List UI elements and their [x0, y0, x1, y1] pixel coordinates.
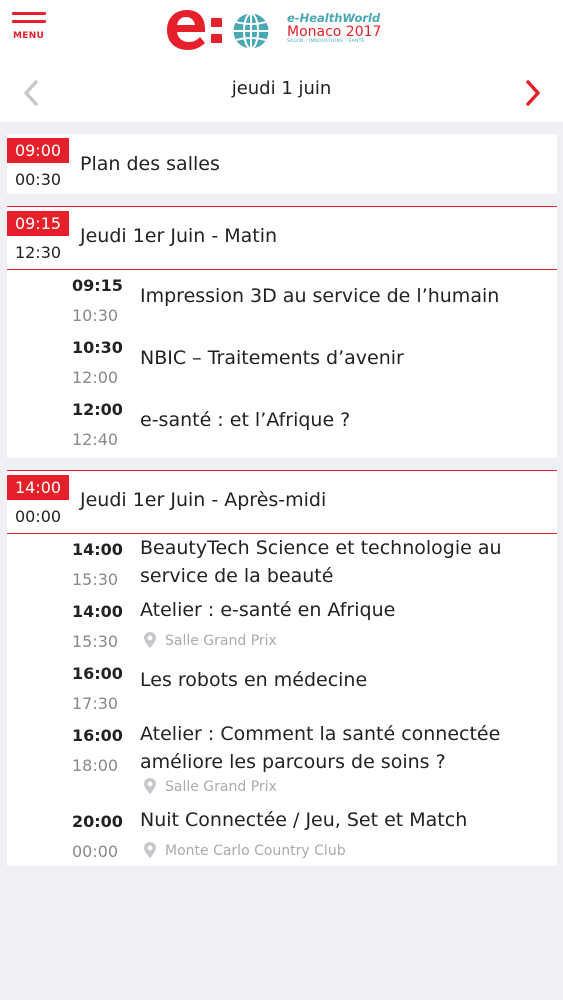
- session-header[interactable]: 14:00 00:00 Jeudi 1er Juin - Après-midi: [7, 470, 557, 534]
- item-location: Salle Grand Prix: [144, 778, 277, 795]
- schedule-list: 09:00 00:30 Plan des salles 09:15 12:30 …: [7, 134, 557, 878]
- logo-line1: e-HealthWorld: [287, 11, 381, 25]
- session-end-time: 00:00: [14, 507, 62, 526]
- item-start-time: 16:00: [72, 726, 123, 745]
- item-title: Impression 3D au service de l’humain: [140, 285, 500, 307]
- app-header: MENU e-HealthWorld Monaco 2017 SALON · I…: [0, 0, 563, 62]
- logo-line3: SALON · INNOVATIONS · SANTÉ: [287, 39, 365, 44]
- list-item[interactable]: 14:00 15:30 Atelier : e-santé en Afrique…: [7, 596, 557, 658]
- item-location: Salle Grand Prix: [144, 632, 277, 649]
- item-start-time: 12:00: [72, 400, 123, 419]
- logo-line2: Monaco 2017: [287, 24, 382, 40]
- session-group: 09:00 00:30 Plan des salles: [7, 134, 557, 194]
- session-start-time: 14:00: [7, 475, 69, 500]
- menu-button[interactable]: MENU: [12, 12, 48, 44]
- chevron-right-icon[interactable]: [522, 79, 544, 107]
- session-header[interactable]: 09:15 12:30 Jeudi 1er Juin - Matin: [7, 206, 557, 270]
- item-end-time: 17:30: [72, 694, 119, 713]
- globe-icon: [233, 12, 269, 50]
- logo-colon: [211, 18, 223, 44]
- item-title: Atelier : Comment la santé connectée amé…: [140, 723, 501, 773]
- session-start-time: 09:00: [7, 138, 69, 163]
- list-item[interactable]: 16:00 18:00 Atelier : Comment la santé c…: [7, 720, 557, 806]
- item-title: Les robots en médecine: [140, 669, 368, 691]
- session-header[interactable]: 09:00 00:30 Plan des salles: [7, 134, 557, 194]
- list-item[interactable]: 16:00 17:30 Les robots en médecine: [7, 658, 557, 720]
- item-title: NBIC – Traitements d’avenir: [140, 347, 404, 369]
- list-item[interactable]: 09:15 10:30 Impression 3D au service de …: [7, 270, 557, 332]
- menu-label: MENU: [13, 31, 45, 41]
- logo-e-mark: [167, 10, 206, 50]
- event-logo: e-HealthWorld Monaco 2017 SALON · INNOVA…: [165, 10, 405, 52]
- session-title: Plan des salles: [80, 153, 220, 175]
- item-location-label: Monte Carlo Country Club: [165, 843, 346, 859]
- hamburger-icon: [12, 12, 46, 15]
- session-start-time: 09:15: [7, 211, 69, 236]
- hamburger-icon-bar: [12, 20, 46, 23]
- session-title: Jeudi 1er Juin - Après-midi: [80, 489, 327, 511]
- item-location-label: Salle Grand Prix: [165, 633, 277, 649]
- item-start-time: 16:00: [72, 664, 123, 683]
- item-title: Nuit Connectée / Jeu, Set et Match: [140, 809, 468, 831]
- item-title: Atelier : e-santé en Afrique: [140, 599, 396, 621]
- logo-wordmark: e-HealthWorld Monaco 2017 SALON · INNOVA…: [287, 11, 407, 44]
- list-item[interactable]: 10:30 12:00 NBIC – Traitements d’avenir: [7, 332, 557, 394]
- item-start-time: 14:00: [72, 602, 123, 621]
- list-item[interactable]: 20:00 00:00 Nuit Connectée / Jeu, Set et…: [7, 806, 557, 866]
- item-start-time: 20:00: [72, 812, 123, 831]
- item-location: Monte Carlo Country Club: [144, 842, 346, 859]
- item-end-time: 00:00: [72, 842, 119, 861]
- session-group: 14:00 00:00 Jeudi 1er Juin - Après-midi …: [7, 470, 557, 866]
- location-pin-icon: [144, 632, 156, 648]
- item-end-time: 18:00: [72, 756, 119, 775]
- list-item[interactable]: 14:00 15:30 BeautyTech Science et techno…: [7, 534, 557, 596]
- item-location-label: Salle Grand Prix: [165, 779, 277, 795]
- session-end-time: 00:30: [14, 170, 62, 189]
- item-title: BeautyTech Science et technologie au ser…: [140, 537, 502, 587]
- session-group: 09:15 12:30 Jeudi 1er Juin - Matin 09:15…: [7, 206, 557, 458]
- session-title: Jeudi 1er Juin - Matin: [80, 225, 278, 247]
- list-item[interactable]: 12:00 12:40 e-santé : et l’Afrique ?: [7, 394, 557, 458]
- item-start-time: 09:15: [72, 276, 123, 295]
- item-start-time: 10:30: [72, 338, 123, 357]
- item-end-time: 12:40: [72, 430, 119, 449]
- item-end-time: 10:30: [72, 306, 119, 325]
- item-title: e-santé : et l’Afrique ?: [140, 409, 351, 431]
- date-navigation: jeudi 1 juin: [0, 62, 563, 122]
- item-end-time: 15:30: [72, 570, 119, 589]
- item-start-time: 14:00: [72, 540, 123, 559]
- location-pin-icon: [144, 778, 156, 794]
- location-pin-icon: [144, 842, 156, 858]
- item-end-time: 15:30: [72, 632, 119, 651]
- current-date: jeudi 1 juin: [231, 78, 332, 99]
- item-end-time: 12:00: [72, 368, 119, 387]
- session-end-time: 12:30: [14, 243, 62, 262]
